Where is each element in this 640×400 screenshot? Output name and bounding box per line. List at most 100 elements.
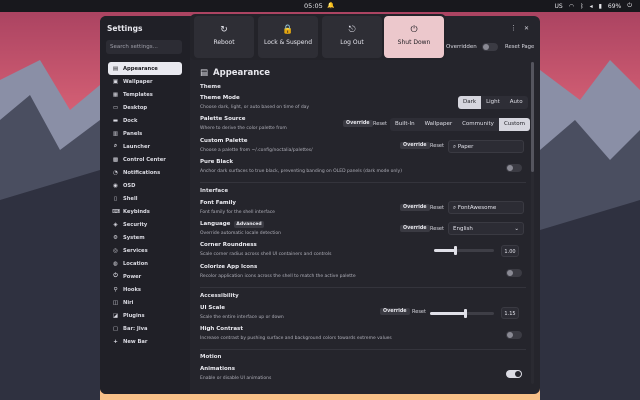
colorize-icons-toggle[interactable] [506,269,522,277]
custom-palette-override-badge[interactable]: Override [400,142,430,149]
location-icon: ◍ [113,260,118,267]
font-reset-button[interactable]: Reset [430,205,444,211]
language-desc: Override automatic locale detection [200,231,282,236]
keyboard-layout[interactable]: US [555,3,563,10]
corner-roundness-label: Corner Roundness [200,242,257,248]
chevron-down-icon: ⌄ [514,226,519,232]
overridden-toggle[interactable] [482,43,498,51]
sidebar-item-label: Shell [123,195,138,202]
reset-page-button[interactable]: Reset Page [505,44,534,50]
wifi-icon[interactable]: ◠ [569,3,574,10]
animations-toggle[interactable] [506,370,522,378]
custom-palette-desc: Choose a palette from ~/.config/noctalia… [200,148,313,153]
sidebar-item-services[interactable]: ◎ Services [108,244,182,257]
sidebar-item-power[interactable]: ⏻ Power [108,270,182,283]
volume-icon[interactable]: ◂ [590,3,593,10]
option-built-in[interactable]: Built-In [390,118,420,131]
font-override-badge[interactable]: Override [400,204,430,211]
sidebar-item-location[interactable]: ◍ Location [108,257,182,270]
sidebar-item-osd[interactable]: ◉ OSD [108,179,182,192]
ui-scale-label: UI Scale [200,305,225,311]
lock-suspend-button[interactable]: 🔒 Lock & Suspend [258,16,318,58]
sidebar-item-plugins[interactable]: ◪ Plugins [108,309,182,322]
log-out-button[interactable]: ⎋ Log Out [322,16,382,58]
sidebar-item-keybinds[interactable]: ⌨ Keybinds [108,205,182,218]
high-contrast-toggle[interactable] [506,331,522,339]
shut-down-label: Shut Down [397,39,431,46]
sidebar-item-templates[interactable]: ▦ Templates [108,88,182,101]
section-theme: Theme [200,84,221,90]
palette-override-badge[interactable]: Override [343,120,373,127]
language-value: English [453,226,473,232]
lock-suspend-icon: 🔒 [282,25,294,35]
power-icon[interactable]: ⏻ [627,2,632,10]
corner-roundness-value[interactable]: 1.00 [501,245,519,257]
sidebar-item-wallpaper[interactable]: ▣ Wallpaper [108,75,182,88]
search-input[interactable]: Search settings... [106,40,182,54]
theme-mode-desc: Choose dark, light, or auto based on tim… [200,105,310,110]
option-wallpaper[interactable]: Wallpaper [420,118,458,131]
content-scrollbar[interactable] [531,62,534,384]
option-dark[interactable]: Dark [458,96,482,109]
pure-black-toggle[interactable] [506,164,522,172]
custom-palette-input[interactable]: ⌕ Paper [448,140,524,153]
keybinds-icon: ⌨ [112,208,120,215]
sidebar-item-label: Security [123,221,148,228]
sidebar-item-appearance[interactable]: ▤ Appearance [108,62,182,75]
sidebar-item-bar-jiva[interactable]: ▢ Bar: Jiva [108,322,182,335]
ui-scale-override-badge[interactable]: Override [380,308,410,315]
sidebar-item-label: OSD [123,182,136,189]
pure-black-desc: Anchor dark surfaces to true black, prev… [200,169,402,174]
sidebar-item-niri[interactable]: ◫ Niri [108,296,182,309]
sidebar-item-notifications[interactable]: ◔ Notifications [108,166,182,179]
close-icon[interactable]: ✕ [524,25,529,32]
ui-scale-slider[interactable] [430,309,494,318]
niri-icon: ◫ [112,299,119,306]
reboot-button[interactable]: ↻ Reboot [194,16,254,58]
sidebar-item-dock[interactable]: ▬ Dock [108,114,182,127]
option-auto[interactable]: Auto [505,96,528,109]
language-reset-button[interactable]: Reset [430,226,444,232]
shut-down-button[interactable]: ⏻ Shut Down [384,16,444,58]
sidebar-item-desktop[interactable]: ▭ Desktop [108,101,182,114]
section-motion: Motion [200,354,222,360]
sidebar-item-shell[interactable]: ▯ Shell [108,192,182,205]
sidebar-item-security[interactable]: ◈ Security [108,218,182,231]
ui-scale-reset-button[interactable]: Reset [412,309,426,315]
sidebar-item-panels[interactable]: ▥ Panels [108,127,182,140]
high-contrast-label: High Contrast [200,326,243,332]
sidebar-item-new-bar[interactable]: + New Bar [108,335,182,348]
control-center-icon: ▩ [112,156,119,163]
sidebar-item-label: Wallpaper [123,78,153,85]
clock[interactable]: 05:05 [304,2,323,10]
sidebar-item-label: System [123,234,145,241]
plugins-icon: ◪ [112,312,119,319]
corner-roundness-slider[interactable] [434,246,494,255]
language-override-badge[interactable]: Override [400,225,430,232]
bluetooth-icon[interactable]: ᛒ [580,3,584,10]
templates-icon: ▦ [112,91,119,98]
settings-sidebar: Settings Search settings... ▤ Appearance ▣… [100,16,190,394]
more-icon[interactable]: ⋮ [510,24,517,32]
bell-icon[interactable]: 🔔 [327,2,334,9]
language-select[interactable]: English ⌄ [448,222,524,235]
option-light[interactable]: Light [481,96,505,109]
sidebar-item-system[interactable]: ⚙ System [108,231,182,244]
ui-scale-desc: Scale the entire interface up or down [200,315,284,320]
battery-icon[interactable]: ▮ [599,3,602,10]
custom-palette-reset-button[interactable]: Reset [430,143,444,149]
sidebar-item-launcher[interactable]: ⌕ Launcher [108,140,182,153]
wallpaper-icon: ▣ [112,78,119,85]
sidebar-item-label: Control Center [123,156,166,163]
sidebar-item-hooks[interactable]: ⚲ Hooks [108,283,182,296]
option-community[interactable]: Community [457,118,499,131]
font-family-input[interactable]: ⌕ FontAwesome [448,201,524,214]
sidebar-item-label: Plugins [123,312,145,319]
language-label-text: Language [200,221,231,227]
sidebar-item-label: Appearance [123,65,158,72]
ui-scale-value[interactable]: 1.15 [501,307,519,319]
option-custom[interactable]: Custom [498,118,531,131]
sidebar-item-label: Keybinds [123,208,150,215]
sidebar-item-control-center[interactable]: ▩ Control Center [108,153,182,166]
palette-reset-button[interactable]: Reset [373,121,387,127]
